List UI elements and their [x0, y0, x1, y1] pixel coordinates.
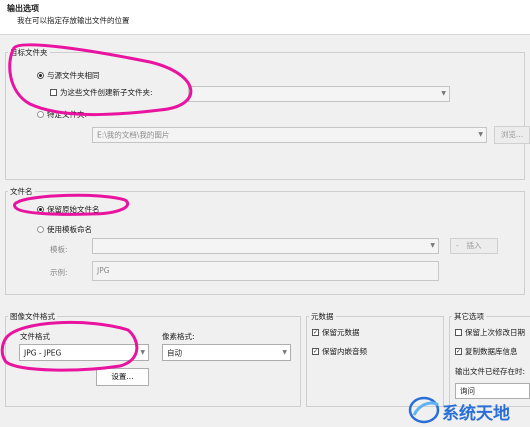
file-format-label: 文件格式	[20, 332, 50, 341]
insert-button[interactable]: - 插入	[450, 238, 498, 254]
watermark: 系统天地	[408, 393, 526, 425]
file-exists-label: 输出文件已经存在时:	[455, 367, 526, 376]
keep-modified-date-label: 保留上次修改日期	[465, 328, 525, 337]
example-label: 示例:	[50, 268, 68, 277]
keep-original-radio[interactable]	[37, 206, 44, 213]
use-template-radio[interactable]	[37, 226, 44, 233]
destination-group-label: 目标文件夹	[8, 47, 50, 58]
pixel-format-select[interactable]: 自动 ▼	[162, 344, 291, 361]
pixel-format-label: 像素格式:	[162, 332, 195, 341]
keep-metadata-label: 保留元数据	[322, 328, 360, 337]
keep-metadata-checkbox[interactable]: ✓	[312, 329, 319, 336]
same-as-source-label: 与源文件夹相同	[47, 71, 100, 80]
page-title: 输出选项	[7, 4, 39, 13]
page-subtitle: 我在可以指定存放输出文件的位置	[17, 16, 130, 25]
copy-database-checkbox[interactable]: ✓	[455, 348, 462, 355]
specific-folder-label: 特定文件夹:	[47, 110, 88, 119]
keep-original-label: 保留原始文件名	[47, 205, 100, 214]
keep-embedded-label: 保留内嵌音频	[322, 347, 367, 356]
file-format-value: JPG - JPEG	[24, 348, 62, 357]
example-field: JPG	[92, 261, 439, 281]
chevron-down-icon: ▼	[282, 348, 287, 356]
specific-folder-radio[interactable]	[37, 111, 44, 118]
use-template-label: 使用模板命名	[47, 225, 92, 234]
dash-icon: -	[456, 241, 459, 250]
same-as-source-radio[interactable]	[37, 72, 44, 79]
chevron-down-icon: ▼	[430, 242, 435, 250]
template-combo[interactable]: ▼	[92, 238, 439, 254]
subfolder-name-combo[interactable]: ▼	[188, 86, 450, 102]
image-format-group	[5, 316, 301, 407]
keep-modified-date-checkbox[interactable]	[455, 329, 462, 336]
watermark-text: 系统天地	[442, 404, 510, 424]
folder-path-combo[interactable]: E:\我的文档\我的图片 ▼	[92, 127, 487, 143]
keep-embedded-checkbox[interactable]: ✓	[312, 348, 319, 355]
other-options-group-label: 其它选项	[452, 311, 486, 322]
folder-path-value: E:\我的文档\我的图片	[97, 130, 170, 140]
template-label: 模板:	[50, 245, 68, 254]
browse-button[interactable]: 浏览...	[494, 126, 530, 144]
create-subfolder-checkbox[interactable]	[50, 89, 57, 96]
globe-logo-icon	[408, 396, 440, 424]
settings-button[interactable]: 设置...	[96, 368, 149, 386]
chevron-down-icon: ▼	[140, 348, 145, 356]
insert-label: 插入	[466, 241, 482, 250]
create-subfolder-label: 为这些文件创建新子文件夹:	[60, 88, 153, 97]
pixel-format-value: 自动	[167, 348, 182, 357]
copy-database-label: 复制数据库信息	[465, 347, 518, 356]
image-format-group-label: 图像文件格式	[8, 311, 57, 322]
file-format-select[interactable]: JPG - JPEG ▼	[19, 344, 149, 361]
chevron-down-icon: ▼	[441, 90, 446, 98]
filename-group-label: 文件名	[8, 186, 35, 197]
example-value: JPG	[97, 266, 110, 275]
metadata-group-label: 元数据	[309, 311, 336, 322]
chevron-down-icon: ▼	[478, 131, 483, 139]
